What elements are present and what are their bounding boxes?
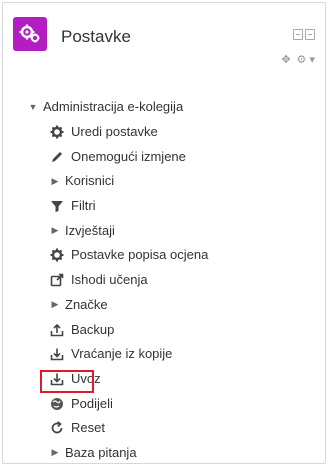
tree-item-restore[interactable]: Vraćanje iz kopije (27, 342, 208, 367)
reset-icon (49, 420, 65, 436)
tree-item-reset[interactable]: Reset (27, 416, 208, 441)
tree-item-edit-settings[interactable]: Uredi postavke (27, 120, 208, 145)
caret-right-icon[interactable]: ▶ (49, 176, 61, 187)
filter-icon (49, 198, 65, 214)
block-controls (293, 29, 315, 40)
pencil-icon (49, 149, 65, 165)
caret-right-icon[interactable]: ▶ (49, 299, 61, 310)
actions-menu-icon[interactable]: ⚙ ▾ (297, 53, 315, 66)
tree-item-disable-edits[interactable]: Onemogući izmjene (27, 144, 208, 169)
tree-root[interactable]: ▼ Administracija e-kolegija (27, 95, 208, 120)
globe-icon (49, 396, 65, 412)
caret-right-icon[interactable]: ▶ (49, 225, 61, 236)
block-title: Postavke (61, 27, 131, 46)
administration-tree: ▼ Administracija e-kolegija Uredi postav… (27, 95, 209, 466)
caret-down-icon[interactable]: ▼ (27, 102, 39, 112)
dock-block-icon[interactable] (305, 29, 315, 40)
caret-right-icon[interactable]: ▶ (49, 447, 61, 458)
external-link-icon (49, 272, 65, 288)
block-edit-controls: ✥ ⚙ ▾ (281, 53, 315, 66)
tree-item-question-bank[interactable]: ▶ Baza pitanja (27, 441, 208, 466)
tree-item-users[interactable]: ▶ Korisnici (27, 169, 208, 194)
tree-item-gradebook-settings[interactable]: Postavke popisa ocjena (27, 243, 208, 268)
gears-icon (13, 17, 47, 51)
upload-icon (49, 322, 65, 338)
tree-item-share[interactable]: Podijeli (27, 391, 208, 416)
gear-icon (49, 247, 65, 263)
tree-item-backup[interactable]: Backup (27, 317, 208, 342)
settings-block: Postavke ✥ ⚙ ▾ ▼ Administracija e-kolegi… (2, 2, 326, 464)
collapse-block-icon[interactable] (293, 29, 303, 40)
download-icon (49, 346, 65, 362)
tree-item-badges[interactable]: ▶ Značke (27, 293, 208, 318)
move-icon[interactable]: ✥ (281, 53, 290, 66)
import-highlight-box (40, 370, 94, 393)
tree-item-outcomes[interactable]: Ishodi učenja (27, 268, 208, 293)
tree-item-filters[interactable]: Filtri (27, 194, 208, 219)
gear-icon (49, 124, 65, 140)
tree-item-reports[interactable]: ▶ Izvještaji (27, 218, 208, 243)
